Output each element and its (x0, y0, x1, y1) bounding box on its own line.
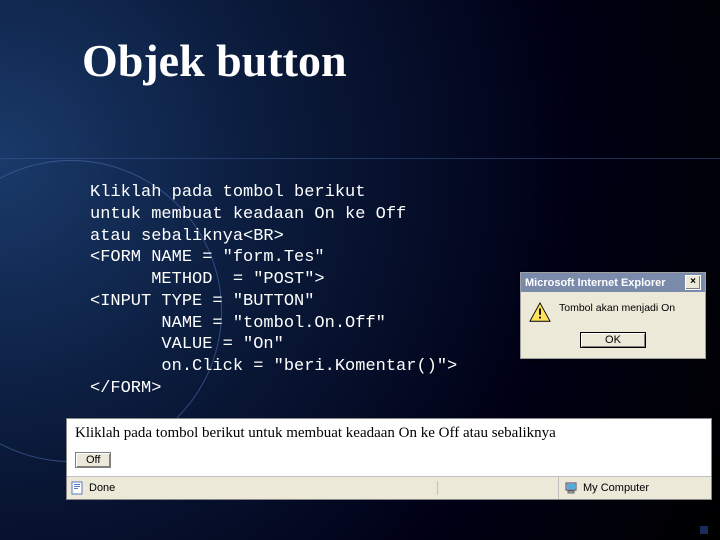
slide-title: Objek button (82, 34, 347, 87)
toggle-button[interactable]: Off (75, 452, 111, 468)
browser-body-text: Kliklah pada tombol berikut untuk membua… (67, 419, 711, 450)
code-block: Kliklah pada tombol berikut untuk membua… (90, 182, 457, 400)
slide-marker (700, 526, 708, 534)
browser-preview: Kliklah pada tombol berikut untuk membua… (66, 418, 712, 500)
alert-dialog: Microsoft Internet Explorer × Tombol aka… (520, 272, 706, 359)
page-icon (71, 481, 85, 495)
status-bar: Done My Computer (67, 476, 711, 499)
warning-icon (529, 302, 551, 322)
close-icon[interactable]: × (685, 275, 701, 290)
status-zone-text: My Computer (583, 482, 649, 494)
dialog-title-text: Microsoft Internet Explorer (525, 277, 666, 289)
dialog-message: Tombol akan menjadi On (559, 302, 697, 314)
computer-icon (565, 481, 579, 495)
ok-button[interactable]: OK (580, 332, 646, 348)
status-done-text: Done (89, 482, 115, 494)
